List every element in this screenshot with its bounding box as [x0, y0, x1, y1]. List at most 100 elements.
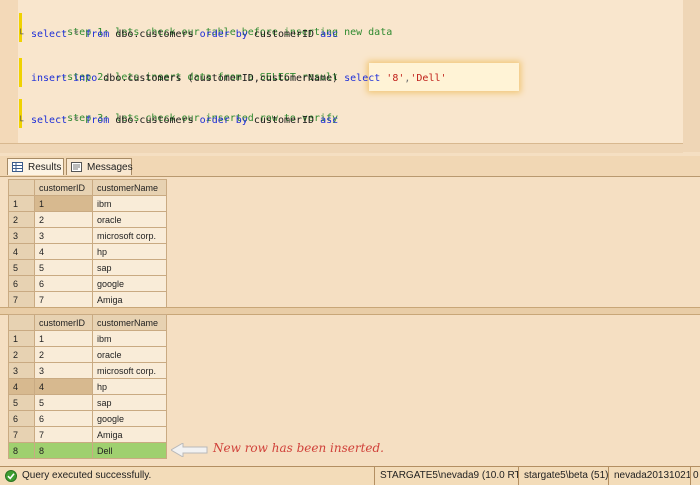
row-header[interactable]: 1 [8, 195, 35, 212]
row-header[interactable]: 6 [8, 275, 35, 292]
status-message-text: Query executed successfully. [22, 470, 152, 481]
result-grid-2[interactable]: customerID customerName 1 1 ibm 2 2 orac… [8, 314, 167, 459]
table-row[interactable]: 3 3 microsoft corp. [8, 362, 167, 379]
editor-horizontal-scrollbar[interactable] [0, 143, 683, 153]
table-cell-name[interactable]: Amiga [92, 426, 167, 443]
column-header-customername[interactable]: customerName [92, 179, 167, 196]
table-row[interactable]: 3 3 microsoft corp. [8, 227, 167, 244]
table-name: dbo.customers [115, 115, 194, 126]
table-cell-id[interactable]: 6 [34, 410, 93, 427]
table-cell-name[interactable]: hp [92, 243, 167, 260]
row-header[interactable]: 1 [8, 330, 35, 347]
results-tab-bar: Results Messages [0, 156, 700, 177]
table-cell-name[interactable]: Amiga [92, 291, 167, 308]
query-editor[interactable]: └ └ --step 1: lets check our table befor… [0, 0, 700, 153]
table-cell-id[interactable]: 4 [34, 243, 93, 260]
table-cell-id[interactable]: 5 [34, 394, 93, 411]
table-cell-name[interactable]: google [92, 410, 167, 427]
string-literal-name: 'Dell' [410, 73, 447, 84]
table-cell-name[interactable]: sap [92, 394, 167, 411]
keyword-from: from [85, 29, 110, 40]
annotation-text: New row has been inserted. [213, 441, 384, 455]
table-cell-name[interactable]: oracle [92, 211, 167, 228]
keyword-order: order [199, 29, 230, 40]
table-cell-id[interactable]: 4 [34, 378, 93, 395]
status-bar: Query executed successfully. STARGATE5\n… [0, 466, 700, 485]
table-cell-name[interactable]: sap [92, 259, 167, 276]
row-header[interactable]: 6 [8, 410, 35, 427]
table-row[interactable]: 2 2 oracle [8, 211, 167, 228]
table-cell-id[interactable]: 2 [34, 211, 93, 228]
table-cell-name[interactable]: google [92, 275, 167, 292]
tab-results[interactable]: Results [7, 158, 64, 175]
table-cell-id[interactable]: 6 [34, 275, 93, 292]
table-row[interactable]: 2 2 oracle [8, 346, 167, 363]
table-cell-id[interactable]: 3 [34, 227, 93, 244]
row-header[interactable]: 4 [8, 378, 35, 395]
table-row[interactable]: 5 5 sap [8, 394, 167, 411]
row-header[interactable]: 5 [8, 394, 35, 411]
column-header-customerid[interactable]: customerID [34, 314, 93, 331]
tab-messages-label: Messages [87, 162, 133, 173]
table-row[interactable]: 4 4 hp [8, 378, 167, 395]
table-row[interactable]: 1 1 ibm [8, 195, 167, 212]
table-cell-name[interactable]: microsoft corp. [92, 362, 167, 379]
table-row[interactable]: 7 7 Amiga [8, 291, 167, 308]
keyword-by: by [235, 115, 248, 126]
tab-messages[interactable]: Messages [66, 158, 133, 175]
table-name: dbo.customers [103, 73, 182, 84]
grid-icon [12, 162, 23, 172]
column-header-customerid[interactable]: customerID [34, 179, 93, 196]
table-cell-id[interactable]: 7 [34, 291, 93, 308]
operator-star: * [73, 29, 80, 40]
keyword-select: select [31, 115, 68, 126]
table-cell-name[interactable]: ibm [92, 195, 167, 212]
table-cell-id[interactable]: 1 [34, 195, 93, 212]
table-cell-id[interactable]: 1 [34, 330, 93, 347]
table-cell-id[interactable]: 2 [34, 346, 93, 363]
table-cell-id[interactable]: 5 [34, 259, 93, 276]
grid-corner[interactable] [8, 314, 35, 331]
table-cell-id[interactable]: 3 [34, 362, 93, 379]
table-row[interactable]: 5 5 sap [8, 259, 167, 276]
string-literal-id: '8' [386, 73, 405, 84]
status-database: nevada20131021 [608, 467, 690, 485]
row-header[interactable]: 7 [8, 291, 35, 308]
keyword-asc: asc [320, 115, 339, 126]
editor-vertical-scrollbar[interactable] [683, 0, 700, 152]
code-line-6: select * from dbo.customers order by cus… [31, 114, 338, 127]
column-header-customername[interactable]: customerName [92, 314, 167, 331]
row-header[interactable]: 5 [8, 259, 35, 276]
editor-gutter [0, 0, 18, 152]
table-cell-id[interactable]: 7 [34, 426, 93, 443]
table-row[interactable]: 1 1 ibm [8, 330, 167, 347]
table-row[interactable]: 4 4 hp [8, 243, 167, 260]
table-cell-name[interactable]: Dell [92, 442, 167, 459]
table-row[interactable]: 6 6 google [8, 410, 167, 427]
change-marker [19, 58, 22, 87]
tab-results-label: Results [28, 162, 62, 173]
code-line-4: insert into dbo.customers (customerID,cu… [31, 72, 447, 85]
table-cell-id[interactable]: 8 [34, 442, 93, 459]
grid-corner[interactable] [8, 179, 35, 196]
keyword-into: into [73, 73, 98, 84]
status-user: stargate5\beta (51) [518, 467, 608, 485]
row-header[interactable]: 7 [8, 426, 35, 443]
table-cell-name[interactable]: microsoft corp. [92, 227, 167, 244]
table-row-inserted[interactable]: 8 8 Dell [8, 442, 167, 459]
table-name: dbo.customers [115, 29, 194, 40]
row-header[interactable]: 2 [8, 211, 35, 228]
table-row[interactable]: 7 7 Amiga [8, 426, 167, 443]
table-cell-name[interactable]: hp [92, 378, 167, 395]
row-header[interactable]: 8 [8, 442, 35, 459]
status-server: STARGATE5\nevada9 (10.0 RTM) [374, 467, 518, 485]
row-header[interactable]: 2 [8, 346, 35, 363]
result-grid-1[interactable]: customerID customerName 1 1 ibm 2 2 orac… [8, 179, 167, 308]
table-cell-name[interactable]: oracle [92, 346, 167, 363]
column-list: (customerID,customerName) [187, 73, 339, 84]
row-header[interactable]: 3 [8, 362, 35, 379]
table-cell-name[interactable]: ibm [92, 330, 167, 347]
row-header[interactable]: 4 [8, 243, 35, 260]
row-header[interactable]: 3 [8, 227, 35, 244]
table-row[interactable]: 6 6 google [8, 275, 167, 292]
